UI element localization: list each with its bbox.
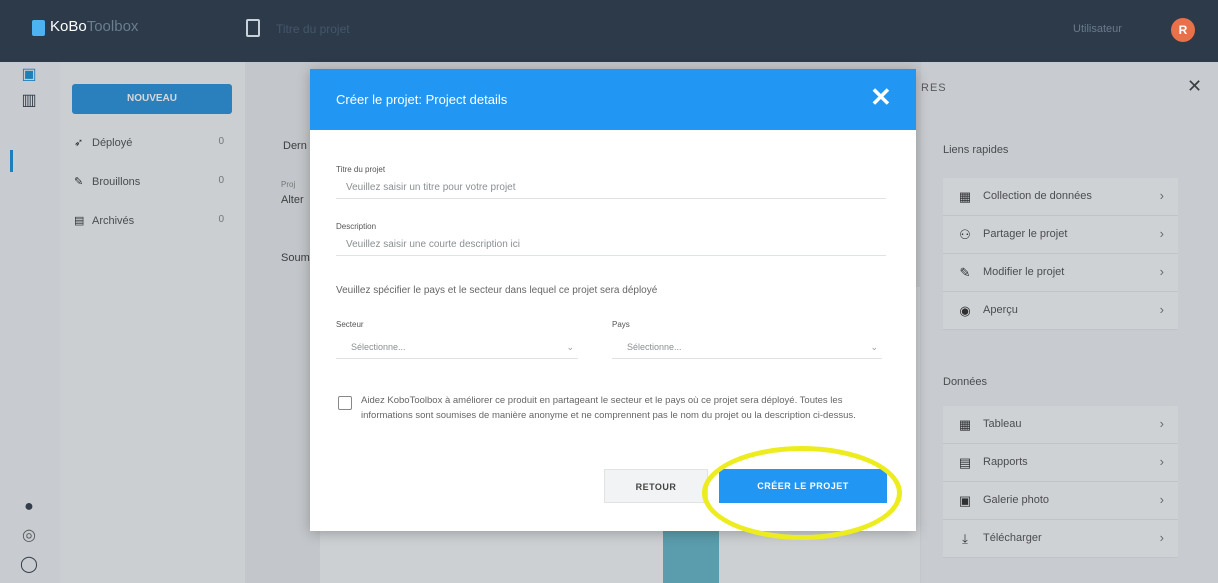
back-button[interactable]: RETOUR — [604, 469, 708, 503]
chevron-down-icon: ⌄ — [566, 342, 574, 352]
kobo-logo[interactable]: KoBoToolbox — [50, 18, 138, 35]
kobo-logo-icon[interactable] — [32, 20, 45, 36]
sector-select[interactable]: Sélectionne... ⌄ — [336, 335, 578, 359]
logo-main-text: KoBo — [50, 18, 87, 35]
project-name[interactable]: Titre du projet — [276, 22, 350, 36]
project-title-label: Titre du projet — [336, 165, 386, 174]
project-title-input[interactable]: Veuillez saisir un titre pour votre proj… — [336, 177, 886, 199]
country-select[interactable]: Sélectionne... ⌄ — [612, 335, 882, 359]
modal-header: Créer le projet: Project details ✕ — [310, 69, 916, 130]
chevron-down-icon: ⌄ — [870, 342, 878, 352]
logo-light-text: Toolbox — [86, 18, 139, 35]
highlight-circle — [702, 446, 902, 540]
consent-text: Aidez KoboToolbox à améliorer ce produit… — [361, 395, 856, 421]
project-icon — [246, 19, 260, 37]
close-icon[interactable]: ✕ — [870, 84, 892, 110]
modal-title: Créer le projet: Project details — [336, 92, 508, 107]
sector-label: Secteur — [336, 320, 364, 329]
consent-checkbox[interactable] — [338, 396, 352, 410]
description-label: Description — [336, 222, 377, 231]
sector-select-value: Sélectionne... — [351, 342, 406, 352]
top-bar: KoBoToolbox Titre du projet Utilisateur … — [0, 0, 1218, 62]
country-label: Pays — [612, 320, 630, 329]
username[interactable]: Utilisateur — [1073, 23, 1122, 35]
country-select-value: Sélectionne... — [627, 342, 682, 352]
location-hint: Veuillez spécifier le pays et le secteur… — [336, 285, 658, 296]
description-input[interactable]: Veuillez saisir une courte description i… — [336, 234, 886, 256]
avatar[interactable]: R — [1171, 18, 1195, 42]
